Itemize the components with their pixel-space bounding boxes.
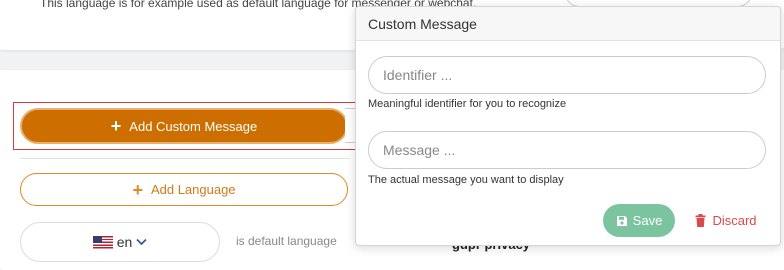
divider xyxy=(20,158,350,159)
chevron-down-icon xyxy=(136,235,147,249)
popover-title: Custom Message xyxy=(368,15,477,32)
default-language-text: is default language xyxy=(236,234,337,248)
add-custom-message-label: Add Custom Message xyxy=(129,118,258,134)
language-select[interactable]: en xyxy=(20,222,220,262)
identifier-input[interactable] xyxy=(368,56,766,94)
trash-icon xyxy=(695,214,706,227)
message-input[interactable] xyxy=(368,131,766,169)
message-hint: The actual message you want to display xyxy=(368,174,564,186)
save-label: Save xyxy=(632,213,663,228)
language-code: en xyxy=(116,234,133,250)
identifier-hint: Meaningful identifier for you to recogni… xyxy=(368,98,567,110)
add-language-label: Add Language xyxy=(150,182,236,197)
discard-button[interactable]: Discard xyxy=(686,204,766,237)
custom-message-popover: Custom Message Meaningful identifier for… xyxy=(355,6,781,246)
us-flag-icon xyxy=(92,236,113,249)
popover-header: Custom Message xyxy=(356,7,780,41)
discard-label: Discard xyxy=(712,213,757,228)
floppy-disk-icon xyxy=(616,215,628,227)
save-button[interactable]: Save xyxy=(603,204,675,237)
plus-icon: + xyxy=(132,179,143,200)
add-custom-message-button[interactable]: + Add Custom Message xyxy=(20,108,348,144)
plus-icon: + xyxy=(110,116,122,136)
add-language-button[interactable]: + Add Language xyxy=(20,173,348,206)
